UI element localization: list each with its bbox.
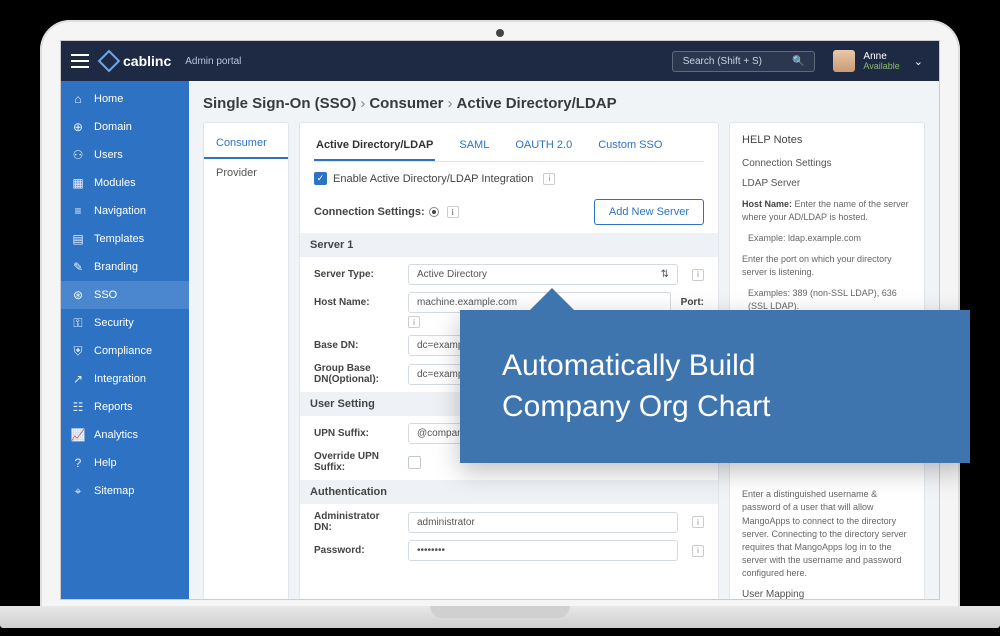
tab-adldap[interactable]: Active Directory/LDAP — [314, 133, 435, 161]
sidebar-item-sitemap[interactable]: ⌖Sitemap — [61, 477, 189, 505]
select-arrows-icon: ⇅ — [661, 269, 669, 280]
info-icon[interactable]: i — [692, 269, 704, 281]
search-placeholder: Search (Shift + S) — [683, 56, 762, 67]
topbar: cablinc Admin portal Search (Shift + S) … — [61, 41, 939, 81]
user-name: Anne — [863, 51, 899, 62]
password-input[interactable] — [408, 540, 678, 561]
laptop-notch — [430, 606, 570, 618]
help-ex-host: Example: ldap.example.com — [748, 232, 912, 245]
admin-dn-input[interactable] — [408, 512, 678, 533]
help-ldap-server: LDAP Server — [742, 177, 912, 192]
template-icon: ▤ — [71, 232, 85, 246]
info-icon[interactable]: i — [692, 516, 704, 528]
sidebar-item-sso[interactable]: ⊛SSO — [61, 281, 189, 309]
tab-custom[interactable]: Custom SSO — [596, 133, 664, 161]
camera-dot — [496, 29, 504, 37]
sidebar-item-home[interactable]: ⌂Home — [61, 85, 189, 113]
help-title: HELP Notes — [742, 133, 912, 149]
sidebar-item-domain[interactable]: ⊕Domain — [61, 113, 189, 141]
admin-dn-label: Administrator DN: — [314, 511, 398, 533]
integration-icon: ↗ — [71, 372, 85, 386]
tab-oauth[interactable]: OAUTH 2.0 — [513, 133, 574, 161]
breadcrumb: Single Sign-On (SSO)›Consumer›Active Dir… — [203, 95, 925, 112]
search-icon: 🔍 — [792, 56, 804, 67]
enable-checkbox[interactable]: ✓ — [314, 172, 327, 185]
sidebar-item-navigation[interactable]: ≡Navigation — [61, 197, 189, 225]
conn-settings-label: Connection Settings: — [314, 206, 425, 218]
user-menu[interactable]: Anne Available ⌄ — [827, 50, 929, 72]
shield-icon: ⛨ — [71, 344, 85, 358]
help-icon: ? — [71, 456, 85, 470]
password-label: Password: — [314, 545, 398, 556]
overlay-line2: Company Org Chart — [502, 387, 928, 428]
consumer-tab[interactable]: Consumer — [204, 129, 288, 159]
chart-icon: 📈 — [71, 428, 85, 442]
user-status: Available — [863, 62, 899, 72]
enable-label: Enable Active Directory/LDAP Integration — [333, 173, 533, 185]
info-icon[interactable]: i — [692, 545, 704, 557]
sidebar-item-security[interactable]: ⚿Security — [61, 309, 189, 337]
menu-icon[interactable] — [71, 54, 89, 68]
server-type-select[interactable]: Active Directory⇅ — [408, 264, 678, 285]
search-input[interactable]: Search (Shift + S) 🔍 — [672, 51, 816, 72]
sidebar-item-analytics[interactable]: 📈Analytics — [61, 421, 189, 449]
portal-label: Admin portal — [185, 56, 241, 67]
upn-label: UPN Suffix: — [314, 428, 398, 439]
info-icon[interactable]: i — [447, 206, 459, 218]
help-auth: Enter a distinguished username & passwor… — [742, 488, 912, 579]
sso-role-panel: Consumer Provider — [203, 122, 289, 599]
info-icon[interactable]: i — [408, 316, 420, 328]
info-icon[interactable]: i — [543, 173, 555, 185]
sso-icon: ⊛ — [71, 288, 85, 302]
server-type-label: Server Type: — [314, 269, 398, 280]
sidebar-item-users[interactable]: ⚇Users — [61, 141, 189, 169]
overlay-line1: Automatically Build — [502, 346, 928, 387]
server1-header: Server 1 — [300, 233, 718, 257]
brush-icon: ✎ — [71, 260, 85, 274]
auth-tabs: Active Directory/LDAP SAML OAUTH 2.0 Cus… — [314, 133, 704, 162]
logo-diamond-icon — [98, 50, 121, 73]
port-label: Port: — [681, 297, 704, 308]
help-subtitle: Connection Settings — [742, 157, 912, 172]
tab-saml[interactable]: SAML — [457, 133, 491, 161]
chevron-down-icon: ⌄ — [914, 55, 923, 68]
key-icon: ⚿ — [71, 316, 85, 330]
brand-logo[interactable]: cablinc — [101, 53, 171, 69]
grid-icon: ▦ — [71, 176, 85, 190]
sidebar-item-templates[interactable]: ▤Templates — [61, 225, 189, 253]
auth-header: Authentication — [300, 480, 718, 504]
brand-text: cablinc — [123, 53, 171, 69]
marketing-overlay: Automatically Build Company Org Chart — [460, 310, 970, 463]
basedn-label: Base DN: — [314, 340, 398, 351]
reports-icon: ☷ — [71, 400, 85, 414]
provider-tab[interactable]: Provider — [204, 159, 288, 187]
add-server-button[interactable]: Add New Server — [594, 199, 704, 225]
home-icon: ⌂ — [71, 92, 85, 106]
sidebar: ⌂Home ⊕Domain ⚇Users ▦Modules ≡Navigatio… — [61, 81, 189, 599]
sidebar-item-branding[interactable]: ✎Branding — [61, 253, 189, 281]
sidebar-item-compliance[interactable]: ⛨Compliance — [61, 337, 189, 365]
sidebar-item-help[interactable]: ?Help — [61, 449, 189, 477]
help-port: Enter the port on which your directory s… — [742, 253, 912, 279]
radio-icon[interactable] — [429, 207, 439, 217]
help-user-mapping: User Mapping — [742, 588, 912, 599]
override-upn-label: Override UPN Suffix: — [314, 451, 398, 473]
sitemap-icon: ⌖ — [71, 484, 85, 498]
avatar — [833, 50, 855, 72]
override-upn-checkbox[interactable] — [408, 456, 421, 469]
sidebar-item-modules[interactable]: ▦Modules — [61, 169, 189, 197]
sidebar-item-reports[interactable]: ☷Reports — [61, 393, 189, 421]
list-icon: ≡ — [71, 204, 85, 218]
groupdn-label: Group Base DN(Optional): — [314, 363, 398, 385]
sidebar-item-integration[interactable]: ↗Integration — [61, 365, 189, 393]
globe-icon: ⊕ — [71, 120, 85, 134]
host-label: Host Name: — [314, 297, 398, 308]
users-icon: ⚇ — [71, 148, 85, 162]
